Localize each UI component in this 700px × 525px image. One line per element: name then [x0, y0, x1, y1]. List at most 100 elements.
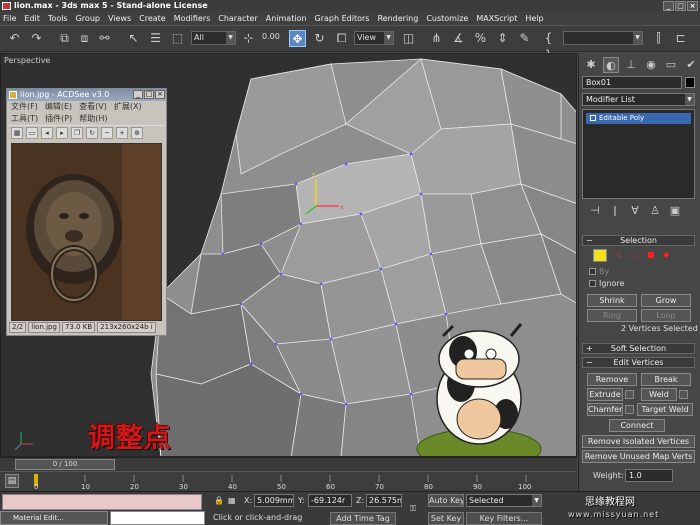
vertex-mode-icon[interactable]	[593, 249, 607, 262]
menu-maxscript[interactable]: MAXScript	[476, 14, 517, 23]
refresh-icon[interactable]: ↻	[86, 126, 98, 139]
selection-rollout-header[interactable]: − Selection	[582, 235, 695, 246]
abs-mode-icon[interactable]: ▦	[228, 496, 236, 505]
named-selection-icon[interactable]: ✎	[516, 30, 533, 47]
connect-button[interactable]: Connect	[609, 419, 665, 432]
pivot-center-icon[interactable]: ◫	[400, 30, 417, 47]
acdsee-menu-edit[interactable]: 编辑(E)	[45, 101, 72, 113]
extrude-button[interactable]: Extrude	[587, 388, 623, 401]
move-icon[interactable]: ✥	[289, 30, 306, 47]
key-icon[interactable]: ⚿	[410, 504, 416, 514]
acdsee-minimize-button[interactable]: _	[133, 90, 143, 99]
object-name-field[interactable]: Box01	[582, 76, 682, 89]
open-folder-icon[interactable]: ▭	[26, 126, 38, 139]
border-mode-icon[interactable]: ◌	[631, 250, 638, 259]
make-unique-icon[interactable]: ∀	[627, 203, 643, 219]
mirror-icon[interactable]: ⫿	[650, 30, 667, 47]
extrude-settings-button[interactable]	[625, 390, 634, 399]
menu-customize[interactable]: Customize	[426, 14, 468, 23]
select-move-cursor-icon[interactable]: ⊹	[240, 30, 257, 47]
zoom-out-icon[interactable]: −	[101, 126, 113, 139]
zoom-fit-icon[interactable]: ⊕	[131, 126, 143, 139]
weld-settings-button[interactable]	[679, 390, 688, 399]
create-tab-icon[interactable]: ✱	[583, 57, 599, 73]
menu-character[interactable]: Character	[218, 14, 258, 23]
curly-braces-icon[interactable]: { }	[540, 30, 557, 62]
rect-selection-icon[interactable]: ⬚	[169, 30, 186, 47]
x-coord-field[interactable]: 5.009mm	[254, 494, 294, 507]
shrink-button[interactable]: Shrink	[587, 294, 637, 307]
maxscript-input[interactable]	[110, 511, 205, 525]
select-object-icon[interactable]: ↖	[125, 30, 142, 47]
auto-key-button[interactable]: Auto Key	[428, 494, 464, 507]
percent-snap-icon[interactable]: %	[472, 30, 489, 47]
edit-vertices-rollout-header[interactable]: − Edit Vertices	[582, 357, 695, 368]
by-vertex-checkbox[interactable]: By	[589, 267, 609, 276]
ignore-backfacing-checkbox[interactable]: Ignore	[589, 279, 624, 288]
menu-create[interactable]: Create	[139, 14, 166, 23]
menu-rendering[interactable]: Rendering	[377, 14, 418, 23]
modify-tab-icon[interactable]: ◐	[603, 57, 619, 73]
weight-spinner[interactable]: 1.0	[625, 469, 673, 482]
edge-mode-icon[interactable]: ◁	[615, 250, 621, 259]
menu-tools[interactable]: Tools	[48, 14, 68, 23]
object-color-swatch[interactable]	[685, 77, 695, 88]
prev-image-icon[interactable]: ◂	[41, 126, 53, 139]
display-tab-icon[interactable]: ▭	[663, 57, 679, 73]
viewport-label[interactable]: Perspective	[4, 56, 50, 65]
weld-button[interactable]: Weld	[641, 388, 677, 401]
add-time-tag-button[interactable]: Add Time Tag	[330, 512, 396, 525]
loop-button[interactable]: Loop	[641, 309, 691, 322]
target-weld-button[interactable]: Target Weld	[637, 403, 693, 416]
close-button[interactable]: ×	[687, 1, 698, 11]
acdsee-close-button[interactable]: ×	[155, 90, 165, 99]
key-mode-dropdown[interactable]: Selected ▼	[466, 494, 542, 507]
align-icon[interactable]: ⊏	[672, 30, 689, 47]
acdsee-menu-help[interactable]: 帮助(H)	[79, 113, 107, 125]
menu-help[interactable]: Help	[525, 14, 543, 23]
remove-button[interactable]: Remove	[587, 373, 637, 386]
scale-icon[interactable]: ⧠	[333, 30, 350, 47]
track-bar[interactable]: ▤ 0 10 20 30 40 50 60 70 80 90 100	[0, 471, 577, 491]
menu-graph-editors[interactable]: Graph Editors	[315, 14, 370, 23]
break-button[interactable]: Break	[641, 373, 691, 386]
copy-icon[interactable]: ❐	[71, 126, 83, 139]
utilities-tab-icon[interactable]: ✔	[683, 57, 699, 73]
redo-icon[interactable]: ↷	[28, 30, 45, 47]
menu-views[interactable]: Views	[108, 14, 131, 23]
lock-selection-icon[interactable]: 🔒	[214, 496, 224, 505]
modifier-list-dropdown[interactable]: Modifier List ▼	[582, 93, 695, 106]
snap-toggle-icon[interactable]: ⋔	[428, 30, 445, 47]
menu-group[interactable]: Group	[76, 14, 100, 23]
acdsee-menu-plugins[interactable]: 插件(P)	[45, 113, 72, 125]
material-editor-taskbar-item[interactable]: Material Edit...	[0, 511, 108, 525]
menu-file[interactable]: File	[3, 14, 16, 23]
y-coord-field[interactable]: -69.124r	[308, 494, 352, 507]
z-coord-field[interactable]: 26.575m	[366, 494, 402, 507]
select-by-name-icon[interactable]: ☰	[147, 30, 164, 47]
set-key-button[interactable]: Set Key	[428, 512, 464, 525]
remove-isolated-vertices-button[interactable]: Remove Isolated Vertices	[582, 435, 695, 448]
maximize-button[interactable]: □	[675, 1, 686, 11]
next-image-icon[interactable]: ▸	[56, 126, 68, 139]
remove-modifier-icon[interactable]: ♙	[647, 203, 663, 219]
soft-selection-rollout-header[interactable]: + Soft Selection	[582, 343, 695, 354]
chamfer-button[interactable]: Chamfer	[587, 403, 623, 416]
undo-icon[interactable]: ↶	[6, 30, 23, 47]
acdsee-menu-file[interactable]: 文件(F)	[11, 101, 38, 113]
remove-unused-map-verts-button[interactable]: Remove Unused Map Verts	[582, 450, 695, 463]
track-bar-open-icon[interactable]: ▤	[5, 474, 19, 488]
grow-button[interactable]: Grow	[641, 294, 691, 307]
key-filters-button[interactable]: Key Filters...	[466, 512, 542, 525]
ring-button[interactable]: Ring	[587, 309, 637, 322]
minimize-button[interactable]: _	[663, 1, 674, 11]
acdsee-menu-extend[interactable]: 扩展(X)	[114, 101, 142, 113]
modifier-stack[interactable]: Editable Poly	[582, 109, 695, 199]
selection-filter-dropdown[interactable]: All ▼	[191, 31, 236, 45]
polygon-mode-icon[interactable]: ■	[647, 250, 655, 259]
menu-modifiers[interactable]: Modifiers	[174, 14, 211, 23]
bind-space-warp-icon[interactable]: ⚯	[96, 30, 113, 47]
browse-icon[interactable]: ▦	[11, 126, 23, 139]
coord-system-dropdown[interactable]: View ▼	[354, 31, 394, 45]
stack-item-editable-poly[interactable]: Editable Poly	[586, 113, 691, 124]
